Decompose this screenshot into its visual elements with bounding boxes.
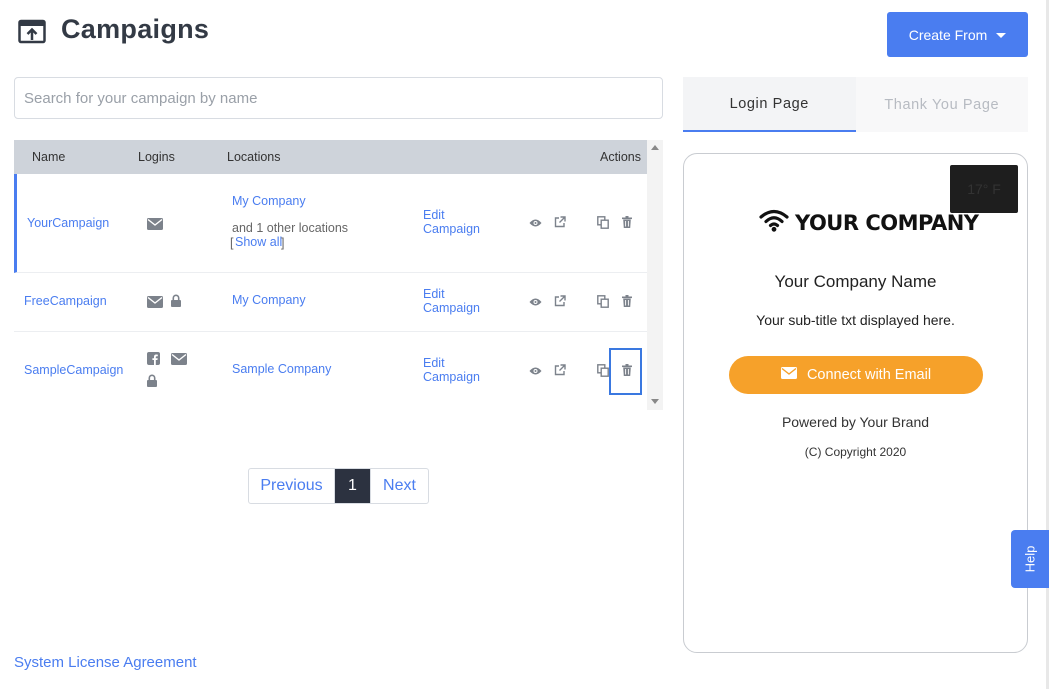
table-scrollbar[interactable] <box>647 140 663 410</box>
logo-text: YOUR COMPANY <box>795 210 979 235</box>
company-name: Your Company Name <box>774 272 937 291</box>
page-title: Campaigns <box>61 14 210 44</box>
column-logins: Logins <box>138 150 175 164</box>
scroll-down-arrow-icon[interactable] <box>651 399 659 404</box>
table-header: Name Logins Locations Actions <box>14 140 647 174</box>
lock-icon <box>171 294 181 307</box>
column-locations: Locations <box>227 150 281 164</box>
facebook-icon <box>147 352 160 365</box>
system-license-link[interactable]: System License Agreement <box>14 654 197 671</box>
column-name: Name <box>32 150 66 164</box>
eye-icon[interactable] <box>529 297 542 307</box>
previous-page-button[interactable]: Previous <box>249 469 335 503</box>
create-from-label: Create From <box>908 26 988 43</box>
external-link-icon[interactable] <box>554 364 566 376</box>
connect-with-email-button[interactable]: Connect with Email <box>729 356 983 394</box>
wifi-icon <box>759 208 789 237</box>
help-label: Help <box>1022 545 1038 573</box>
column-actions: Actions <box>600 150 641 164</box>
edit-campaign-link[interactable]: Edit Campaign <box>423 208 493 236</box>
table-row[interactable]: FreeCampaign My Company Edit Campaign <box>14 273 647 332</box>
edit-campaign-link[interactable]: Edit Campaign <box>423 287 493 315</box>
location-link[interactable]: My Company <box>232 293 306 307</box>
table-row[interactable]: YourCampaign My Company and 1 other loca… <box>14 174 647 273</box>
location-link[interactable]: Sample Company <box>232 362 331 376</box>
powered-by-text: Powered by Your Brand <box>781 414 930 430</box>
preview-tabs: Login Page Thank You Page <box>683 77 1028 132</box>
envelope-icon <box>171 353 187 365</box>
copy-icon[interactable] <box>597 364 609 377</box>
external-link-icon[interactable] <box>554 295 566 307</box>
lock-icon <box>147 374 157 387</box>
eye-icon[interactable] <box>529 218 542 228</box>
campaign-upload-icon <box>18 18 46 44</box>
current-page-button[interactable]: 1 <box>335 469 370 503</box>
eye-icon[interactable] <box>529 366 542 376</box>
campaign-name-link[interactable]: FreeCampaign <box>24 294 107 308</box>
scroll-up-arrow-icon[interactable] <box>651 145 659 150</box>
copy-icon[interactable] <box>597 216 609 229</box>
campaign-search-input[interactable] <box>14 77 663 119</box>
edit-campaign-link[interactable]: Edit Campaign <box>423 356 493 384</box>
location-extra: and 1 other locations <box>232 221 349 235</box>
company-logo: YOUR COMPANY <box>759 208 979 237</box>
pagination: Previous 1 Next <box>248 468 429 504</box>
trash-icon[interactable] <box>622 295 632 307</box>
tab-login-page[interactable]: Login Page <box>683 77 856 132</box>
next-page-button[interactable]: Next <box>370 469 428 503</box>
envelope-icon <box>780 367 797 383</box>
campaign-name-link[interactable]: YourCampaign <box>27 216 109 230</box>
table-row[interactable]: SampleCampaign Sample Company Edit Campa… <box>14 332 647 410</box>
campaigns-table: Name Logins Locations Actions YourCampai… <box>14 140 647 410</box>
envelope-icon <box>147 218 163 230</box>
create-from-button[interactable]: Create From <box>887 12 1028 57</box>
tab-thank-you-page[interactable]: Thank You Page <box>855 77 1028 132</box>
show-all-prefix: [ <box>230 236 234 250</box>
copy-icon[interactable] <box>597 295 609 308</box>
envelope-icon <box>147 296 163 308</box>
campaign-name-link[interactable]: SampleCampaign <box>24 363 123 377</box>
focused-delete-highlight <box>609 348 642 395</box>
location-link[interactable]: My Company <box>232 194 306 208</box>
subtitle: Your sub-title txt displayed here. <box>756 312 955 328</box>
weather-widget: 17° F <box>950 165 1018 213</box>
login-page-preview: 17° F YOUR COMPANY Your Company Name You… <box>683 153 1028 653</box>
copyright-text: (C) Copyright 2020 <box>804 445 907 459</box>
external-link-icon[interactable] <box>554 216 566 228</box>
show-all-suffix: ] <box>281 236 285 250</box>
show-all-link[interactable]: Show all <box>235 235 282 249</box>
trash-icon[interactable] <box>622 216 632 228</box>
help-button[interactable]: Help <box>1011 530 1049 588</box>
caret-down-icon <box>996 33 1007 38</box>
connect-label: Connect with Email <box>806 367 932 383</box>
